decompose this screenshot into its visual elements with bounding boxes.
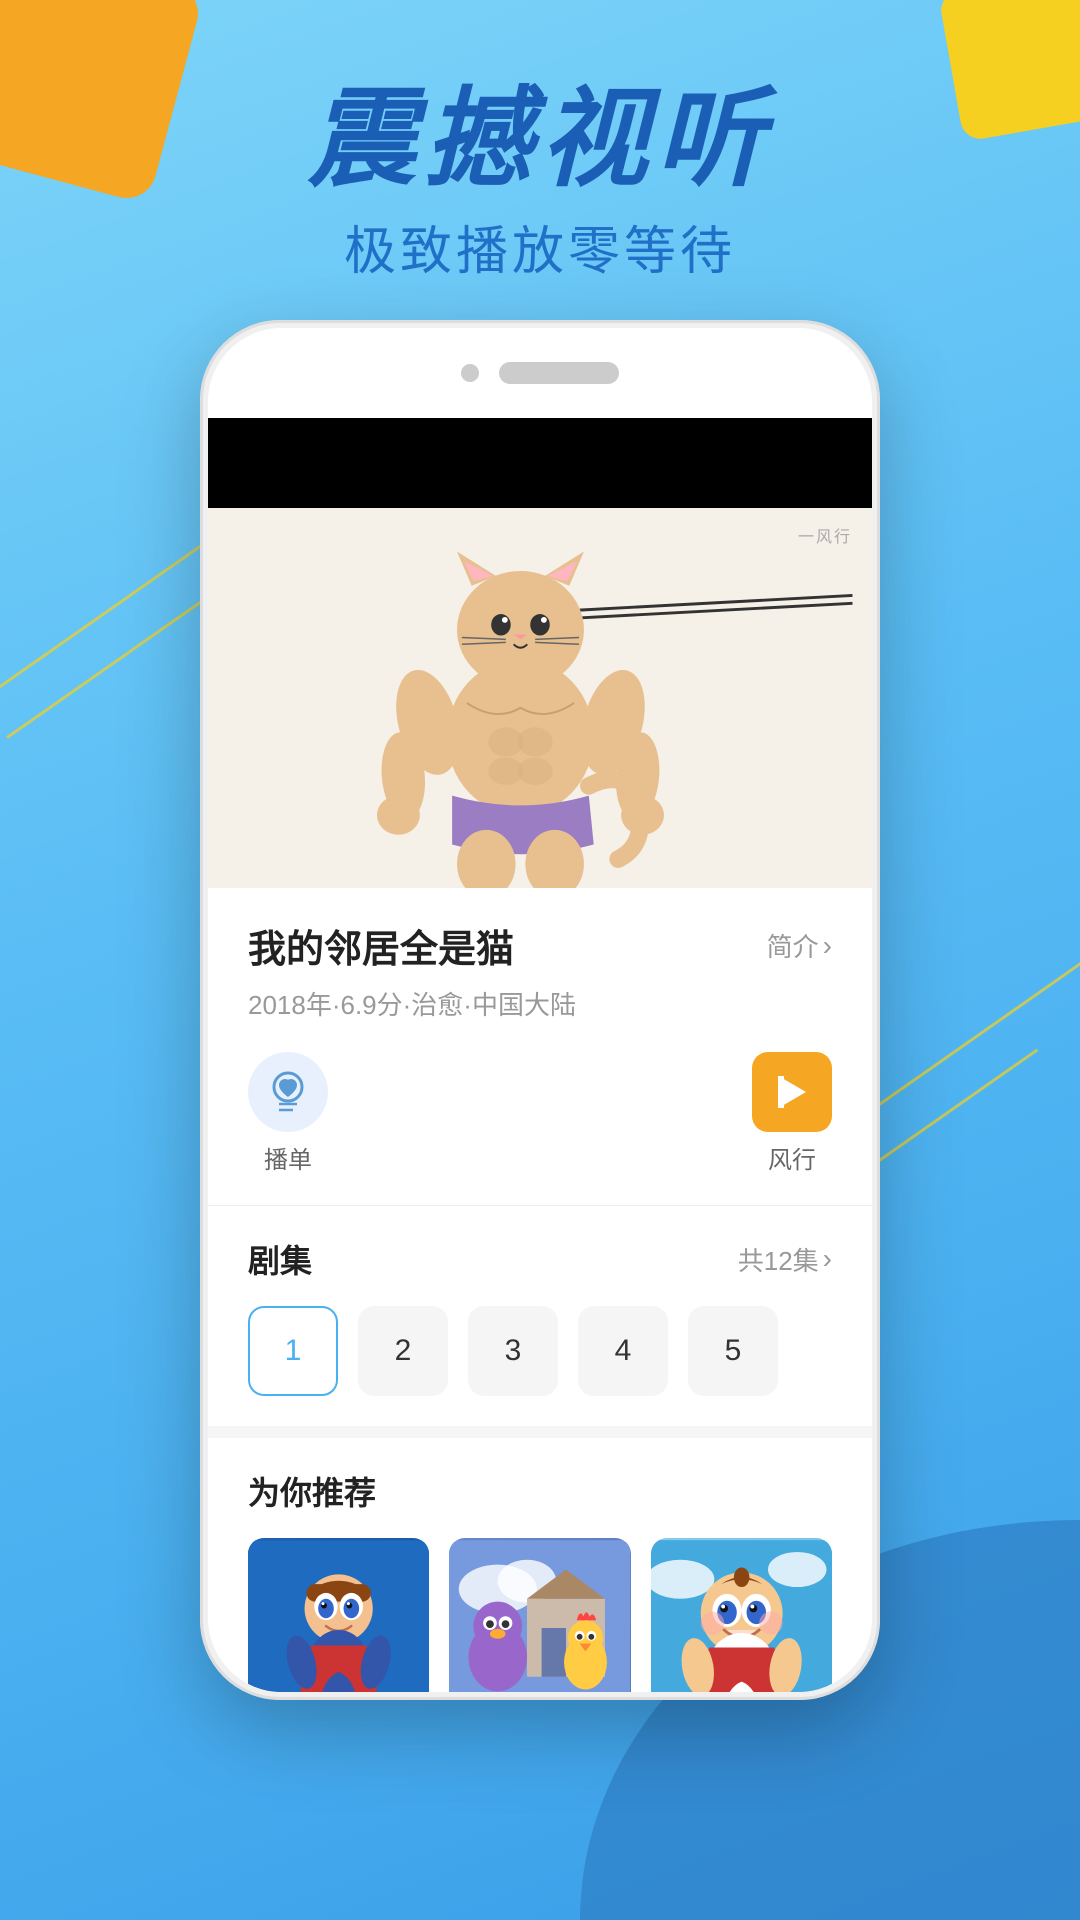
cartoon-scene: 一风行 bbox=[208, 508, 872, 888]
show-intro-link[interactable]: 简介 › bbox=[767, 927, 832, 964]
recommend-thumb-1-icon bbox=[248, 1538, 429, 1692]
background: 震撼视听 极致播放零等待 一风行 bbox=[0, 0, 1080, 1920]
episodes-chevron-icon: › bbox=[823, 1243, 832, 1275]
phone-top-bar bbox=[208, 328, 872, 418]
intro-label: 简介 bbox=[767, 927, 819, 964]
episode-list: 1 2 3 4 5 bbox=[248, 1306, 832, 1396]
episode-button-5[interactable]: 5 bbox=[688, 1306, 778, 1396]
fengxing-icon-box bbox=[752, 1052, 832, 1132]
action-row: 播单 风行 bbox=[248, 1052, 832, 1175]
show-title-row: 我的邻居全是猫 简介 › bbox=[248, 918, 832, 973]
recommend-thumb-2-icon bbox=[449, 1538, 630, 1692]
show-title: 我的邻居全是猫 bbox=[248, 918, 514, 973]
recommend-item-2[interactable] bbox=[449, 1538, 630, 1692]
recommend-item-3[interactable] bbox=[651, 1538, 832, 1692]
cartoon-character-svg bbox=[208, 508, 872, 888]
episodes-title: 剧集 bbox=[248, 1236, 312, 1282]
hero-section: 震撼视听 极致播放零等待 bbox=[0, 80, 1080, 284]
intro-chevron-icon: › bbox=[823, 930, 832, 962]
episodes-total-link[interactable]: 共12集 › bbox=[738, 1241, 832, 1278]
episodes-total-text: 共12集 bbox=[738, 1241, 819, 1278]
phone-mockup: 一风行 bbox=[200, 320, 880, 1700]
phone-camera bbox=[461, 364, 479, 382]
recommend-list bbox=[248, 1538, 832, 1692]
episode-button-3[interactable]: 3 bbox=[468, 1306, 558, 1396]
playlist-heart-icon bbox=[265, 1069, 311, 1115]
video-black-bar bbox=[208, 418, 872, 508]
fengxing-logo-icon bbox=[768, 1068, 816, 1116]
video-content[interactable]: 一风行 bbox=[208, 508, 872, 888]
content-area: 我的邻居全是猫 简介 › 2018年·6.9分·治愈·中国大陆 bbox=[208, 888, 872, 1692]
show-meta: 2018年·6.9分·治愈·中国大陆 bbox=[248, 985, 832, 1022]
episodes-header: 剧集 共12集 › bbox=[248, 1236, 832, 1282]
recommend-section: 为你推荐 bbox=[248, 1438, 832, 1692]
episode-button-2[interactable]: 2 bbox=[358, 1306, 448, 1396]
fengxing-button[interactable]: 风行 bbox=[752, 1052, 832, 1175]
recommend-thumb-3-icon bbox=[651, 1538, 832, 1692]
playlist-label: 播单 bbox=[264, 1140, 312, 1175]
recommend-title: 为你推荐 bbox=[248, 1468, 832, 1514]
phone-inner: 一风行 bbox=[208, 328, 872, 1692]
playlist-button[interactable]: 播单 bbox=[248, 1052, 328, 1175]
hero-subtitle: 极致播放零等待 bbox=[0, 209, 1080, 284]
episode-button-4[interactable]: 4 bbox=[578, 1306, 668, 1396]
fengxing-label: 风行 bbox=[768, 1140, 816, 1175]
episode-button-1[interactable]: 1 bbox=[248, 1306, 338, 1396]
recommend-item-1[interactable] bbox=[248, 1538, 429, 1692]
video-watermark: 一风行 bbox=[798, 523, 852, 547]
phone-speaker bbox=[499, 362, 619, 384]
hero-title: 震撼视听 bbox=[0, 80, 1080, 199]
divider-2 bbox=[208, 1426, 872, 1438]
episodes-section: 剧集 共12集 › 1 2 3 4 5 bbox=[248, 1206, 832, 1426]
playlist-icon-circle bbox=[248, 1052, 328, 1132]
